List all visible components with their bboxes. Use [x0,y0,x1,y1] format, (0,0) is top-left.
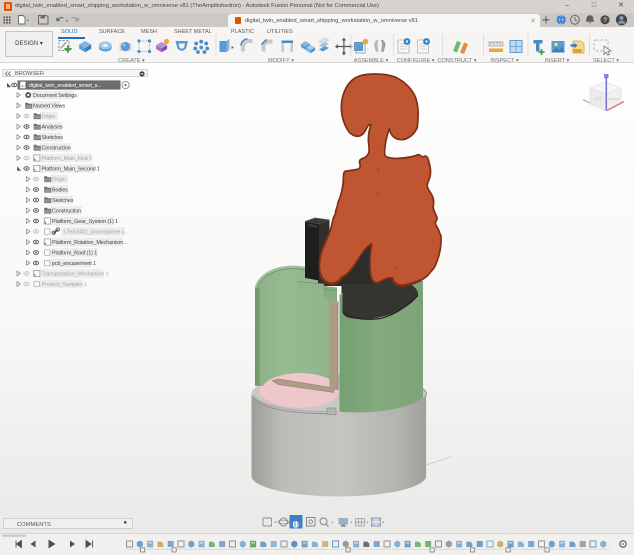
svg-text:Document Settings: Document Settings [33,93,77,99]
svg-text:pcb_encasement 1: pcb_encasement 1 [52,261,96,267]
svg-text:FRONT: FRONT [609,98,620,102]
svg-text:Platform_Rotation_Mechanism...: Platform_Rotation_Mechanism... [52,240,127,246]
svg-text:Transportation_Mechanism 1: Transportation_Mechanism 1 [42,272,109,278]
svg-text:Named Views: Named Views [33,104,65,110]
svg-text:Bodies: Bodies [52,188,68,194]
svg-text:Construction: Construction [42,146,71,152]
svg-text:digital_twin_enabled_smart_s..: digital_twin_enabled_smart_s... [29,83,101,89]
svg-text:Sketches: Sketches [52,198,74,204]
svg-text:Platform_Main_First 1: Platform_Main_First 1 [42,156,93,162]
svg-text:Origin: Origin [52,177,66,183]
svg-text:Platform_Main_Second 1: Platform_Main_Second 1 [42,167,100,173]
svg-text:Sketches: Sketches [42,135,64,141]
svg-text:?: ? [603,17,607,24]
svg-text:Construction: Construction [52,209,81,215]
svg-text:Platform_Roof (1) 1: Platform_Roof (1) 1 [52,251,97,257]
svg-text:Product_Samples 1: Product_Samples 1 [42,282,87,288]
svg-text:Platform_Gear_System (1) 1: Platform_Gear_System (1) 1 [52,219,118,225]
svg-text:Analyses: Analyses [42,125,63,131]
svg-text:LEFT: LEFT [594,97,602,101]
svg-text:Origin: Origin [42,114,56,120]
svg-text:17HS3401_Unoregistree v...: 17HS3401_Unoregistree v... [63,230,128,236]
